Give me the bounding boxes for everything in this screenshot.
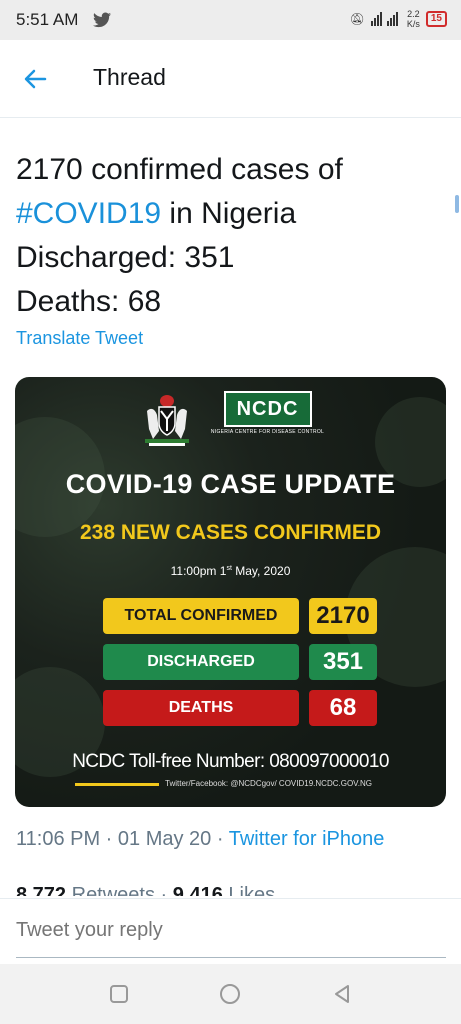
new-cases-headline: 238 NEW CASES CONFIRMED [79, 521, 382, 544]
stat-label: DEATHS [103, 690, 299, 726]
logo-row: NCDC NIGERIA CENTRE FOR DISEASE CONTROL [15, 391, 446, 451]
meta-separator: · [100, 828, 118, 850]
recent-apps-icon[interactable] [107, 982, 131, 1006]
retweets-label: Retweets [66, 884, 155, 896]
page-title: Thread [93, 64, 166, 90]
tweet-metadata: 11:06 PM · 01 May 20 · Twitter for iPhon… [16, 828, 384, 851]
reply-underline [16, 957, 446, 958]
stat-value: 68 [309, 690, 377, 726]
tweet-media-image[interactable]: NCDC NIGERIA CENTRE FOR DISEASE CONTROL … [15, 377, 446, 807]
mute-icon: 🔕︎ [349, 12, 365, 26]
stat-value: 2170 [309, 598, 377, 634]
home-icon[interactable] [218, 982, 242, 1006]
tollfree-number: NCDC Toll-free Number: 080097000010 [72, 751, 389, 772]
tweet-date: 01 May 20 [117, 828, 212, 850]
translate-tweet-link[interactable]: Translate Tweet [16, 328, 143, 349]
stats-separator: · [155, 884, 173, 896]
signal-icon [370, 12, 398, 26]
network-speed: 2.2 K/s [407, 9, 420, 29]
update-date-rest: May, 2020 [231, 564, 291, 578]
stat-row-deaths: DEATHS 68 [103, 690, 377, 726]
android-nav-bar [0, 964, 461, 1024]
tweet-line-2-text: in Nigeria [161, 197, 297, 230]
stat-label: TOTAL CONFIRMED [103, 598, 299, 634]
battery-indicator: 15 [425, 11, 447, 27]
engagement-stats[interactable]: 8,772 Retweets · 9,416 Likes [16, 884, 275, 896]
tweet-line-1: 2170 confirmed cases of [16, 153, 343, 186]
tweet-line-2: #COVID19 in Nigeria [16, 192, 446, 236]
update-date-time: 11:00pm 1 [170, 564, 227, 578]
tweet-text: 2170 confirmed cases of #COVID19 in Nige… [16, 148, 446, 324]
social-handles: Twitter/Facebook: @NCDCgov/ COVID19.NCDC… [165, 779, 372, 788]
status-bar: 5:51 AM 🔕︎ 2.2 K/s 15 [0, 0, 461, 40]
status-time: 5:51 AM [16, 10, 79, 29]
likes-count: 9,416 [172, 884, 223, 896]
stat-row-total-confirmed: TOTAL CONFIRMED 2170 [103, 598, 377, 634]
ncdc-logo: NCDC NIGERIA CENTRE FOR DISEASE CONTROL [211, 391, 324, 435]
tweet-time: 11:06 PM [16, 828, 101, 850]
ncdc-logo-subtitle: NIGERIA CENTRE FOR DISEASE CONTROL [210, 429, 325, 435]
tweet-line-4: Deaths: 68 [16, 285, 162, 318]
yellow-accent-bar [75, 783, 159, 786]
reply-input[interactable] [16, 919, 446, 942]
scrollbar[interactable] [455, 195, 459, 213]
case-update-title: COVID-19 CASE UPDATE [65, 469, 396, 499]
network-speed-unit: K/s [406, 19, 420, 29]
coat-of-arms-icon [144, 395, 189, 446]
reply-bar [0, 898, 461, 962]
hashtag-link[interactable]: #COVID19 [16, 197, 161, 230]
thread-header: Thread [0, 40, 461, 118]
retweets-count: 8,772 [16, 884, 67, 896]
stat-row-discharged: DISCHARGED 351 [103, 644, 377, 680]
back-arrow-icon[interactable] [20, 64, 50, 94]
update-date: 11:00pm 1st May, 2020 [15, 564, 446, 578]
tweet-line-3: Discharged: 351 [16, 241, 235, 274]
tweet-source-link[interactable]: Twitter for iPhone [229, 828, 385, 850]
meta-separator: · [211, 828, 229, 850]
status-icons: 🔕︎ 2.2 K/s 15 [350, 9, 447, 29]
back-nav-icon[interactable] [330, 982, 354, 1006]
twitter-bird-icon [93, 12, 111, 28]
network-speed-value: 2.2 [407, 9, 420, 19]
stat-label: DISCHARGED [103, 644, 299, 680]
likes-label: Likes [222, 884, 276, 896]
ncdc-logo-text: NCDC [223, 391, 312, 427]
stat-value: 351 [309, 644, 377, 680]
